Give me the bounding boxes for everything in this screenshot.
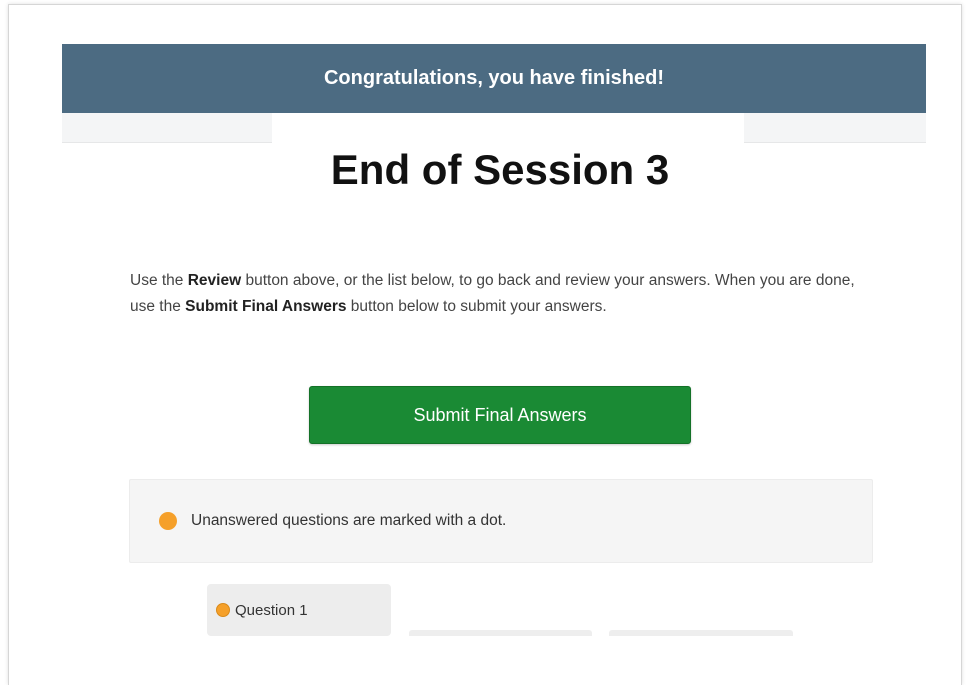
- submit-keyword: Submit Final Answers: [185, 298, 347, 315]
- instructions-part-1: Use the: [130, 272, 188, 289]
- instructions-part-3: button below to submit your answers.: [346, 298, 607, 315]
- question-list-item-partial[interactable]: [409, 630, 592, 636]
- page-title: End of Session 3: [330, 146, 670, 193]
- question-list-item[interactable]: Question 1: [207, 584, 391, 636]
- legend-text: Unanswered questions are marked with a d…: [191, 512, 507, 529]
- unanswered-legend: Unanswered questions are marked with a d…: [129, 479, 873, 563]
- orange-dot-icon: [159, 512, 177, 530]
- nav-tab-placeholder-left: [62, 113, 272, 143]
- question-list-item-partial[interactable]: [609, 630, 793, 636]
- instructions-text: Use the Review button above, or the list…: [130, 268, 870, 320]
- review-keyword: Review: [187, 272, 242, 289]
- completion-banner: Congratulations, you have finished!: [62, 44, 926, 113]
- nav-tab-placeholder-right: [744, 113, 926, 143]
- unanswered-dot-icon: [216, 603, 230, 617]
- banner-text: Congratulations, you have finished!: [323, 67, 665, 89]
- submit-final-answers-button[interactable]: Submit Final Answers: [309, 386, 691, 444]
- question-label: Question 1: [235, 601, 308, 619]
